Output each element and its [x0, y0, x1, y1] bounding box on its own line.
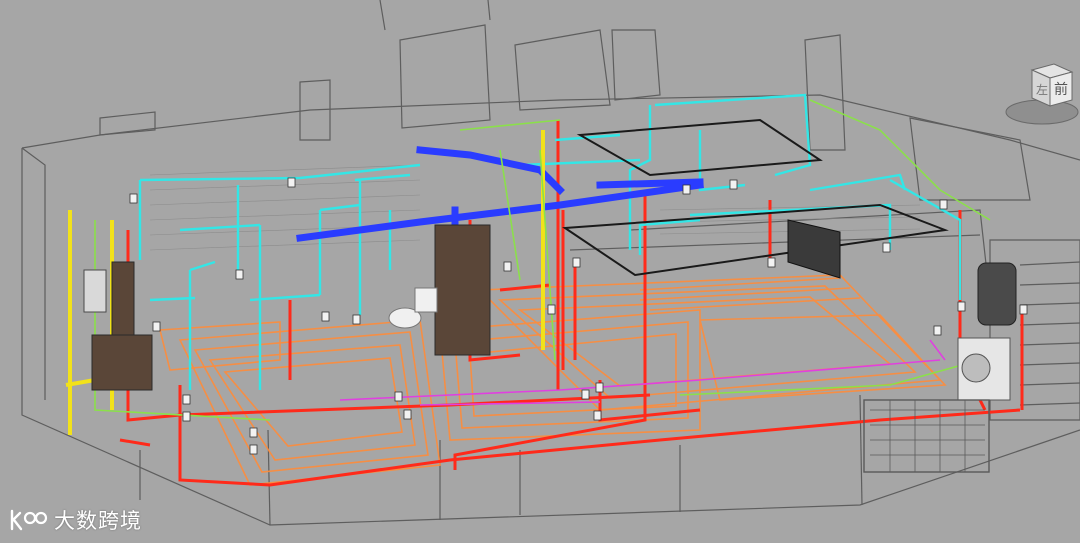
boiler-unit [434, 224, 491, 356]
view-cube-label-front: 前 [1054, 81, 1068, 98]
washing-machine-door [961, 353, 991, 383]
cad-viewport[interactable]: 左 前 大数跨境 [0, 0, 1080, 543]
koo-logo-icon [10, 509, 48, 531]
vanity-left [91, 334, 153, 391]
mep-3d-model [21, 0, 1080, 526]
view-cube-label-left: 左 [1036, 82, 1048, 97]
watermark: 大数跨境 [8, 505, 142, 535]
floor-drain-panel [863, 399, 990, 473]
wall-radiator-right [787, 219, 841, 279]
toilet-tank [414, 287, 438, 313]
view-cube-ring [1005, 99, 1079, 125]
watermark-text: 大数跨境 [54, 509, 142, 533]
water-heater-tank [977, 262, 1017, 326]
view-cube[interactable]: 左 前 [1002, 56, 1080, 128]
radiator-left [83, 269, 107, 313]
